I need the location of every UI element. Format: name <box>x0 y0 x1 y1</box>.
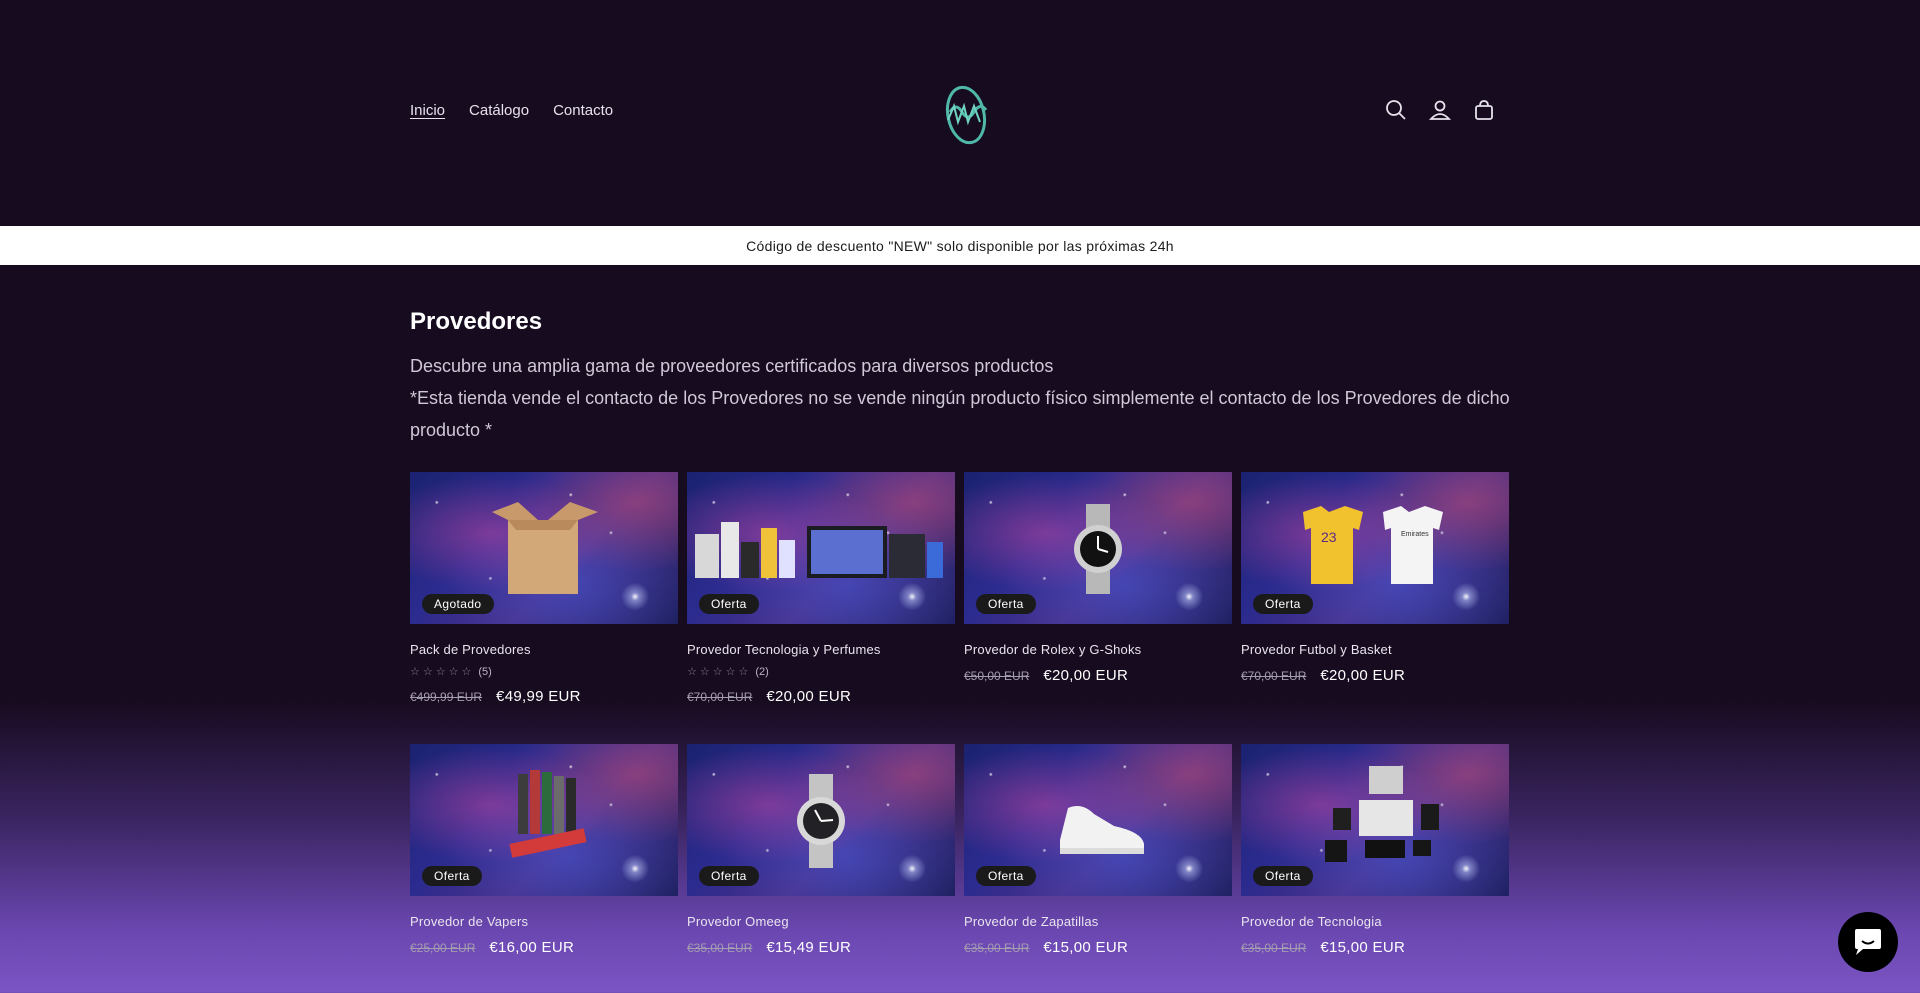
sale-price: €16,00 EUR <box>489 939 575 956</box>
product-price: €70,00 EUR €20,00 EUR <box>687 688 955 705</box>
product-title[interactable]: Provedor de Zapatillas <box>964 914 1232 929</box>
product-price: €35,00 EUR €15,00 EUR <box>1241 939 1509 956</box>
sale-badge: Oferta <box>1253 594 1313 614</box>
sale-price: €15,00 EUR <box>1043 939 1129 956</box>
product-image[interactable]: Oferta <box>410 744 678 896</box>
product-price: €50,00 EUR €20,00 EUR <box>964 667 1232 684</box>
header-actions <box>1384 98 1496 122</box>
compare-at-price: €499,99 EUR <box>410 690 483 704</box>
nav-link-contacto[interactable]: Contacto <box>553 102 613 119</box>
product-price: €35,00 EUR €15,49 EUR <box>687 939 955 956</box>
sale-price: €15,00 EUR <box>1320 939 1406 956</box>
sale-badge: Oferta <box>699 866 759 886</box>
product-card[interactable]: Oferta Provedor de Tecnologia €35,00 EUR… <box>1241 744 1509 993</box>
product-card[interactable]: Oferta Provedor de Vapers €25,00 EUR €16… <box>410 744 678 993</box>
product-rating: ☆☆☆☆☆ (5) <box>410 665 678 679</box>
product-card[interactable]: Oferta Provedor Tecnologia y Perfumes ☆☆… <box>687 472 955 744</box>
search-icon[interactable] <box>1384 98 1408 122</box>
product-title[interactable]: Pack de Provedores <box>410 642 678 657</box>
compare-at-price: €25,00 EUR <box>410 941 476 955</box>
product-card[interactable]: Agotado Pack de Provedores ☆☆☆☆☆ (5) €49… <box>410 472 678 744</box>
compare-at-price: €35,00 EUR <box>687 941 753 955</box>
product-title[interactable]: Provedor Tecnologia y Perfumes <box>687 642 955 657</box>
product-image[interactable]: Agotado <box>410 472 678 624</box>
product-image[interactable]: Oferta <box>687 744 955 896</box>
product-price: €35,00 EUR €15,00 EUR <box>964 939 1232 956</box>
compare-at-price: €70,00 EUR <box>687 690 753 704</box>
svg-text:23: 23 <box>1321 529 1337 545</box>
sale-price: €49,99 EUR <box>496 688 581 705</box>
sale-badge: Oferta <box>1253 866 1313 886</box>
product-image[interactable]: Oferta <box>964 744 1232 896</box>
compare-at-price: €50,00 EUR <box>964 669 1030 683</box>
page-title: Provedores <box>410 308 543 335</box>
product-card[interactable]: Oferta Provedor de Rolex y G-Shoks €50,0… <box>964 472 1232 744</box>
compare-at-price: €35,00 EUR <box>1241 941 1307 955</box>
sale-badge: Oferta <box>976 866 1036 886</box>
product-title[interactable]: Provedor de Tecnologia <box>1241 914 1509 929</box>
announcement-bar: Código de descuento "NEW" solo disponibl… <box>0 226 1920 265</box>
product-price: €25,00 EUR €16,00 EUR <box>410 939 678 956</box>
sold-out-badge: Agotado <box>422 594 494 614</box>
product-rating: ☆☆☆☆☆ (2) <box>687 665 955 679</box>
svg-text:Emirates: Emirates <box>1401 531 1429 538</box>
sale-badge: Oferta <box>422 866 482 886</box>
product-title[interactable]: Provedor de Vapers <box>410 914 678 929</box>
product-title[interactable]: Provedor de Rolex y G-Shoks <box>964 642 1232 657</box>
product-title[interactable]: Provedor Futbol y Basket <box>1241 642 1509 657</box>
compare-at-price: €70,00 EUR <box>1241 669 1307 683</box>
product-image[interactable]: Oferta <box>964 472 1232 624</box>
nav-link-inicio[interactable]: Inicio <box>410 102 445 119</box>
sale-price: €15,49 EUR <box>766 939 852 956</box>
product-image[interactable]: Oferta <box>687 472 955 624</box>
main-nav: Inicio Catálogo Contacto <box>410 102 613 119</box>
account-icon[interactable] <box>1428 98 1452 122</box>
cart-icon[interactable] <box>1472 98 1496 122</box>
nav-link-catalogo[interactable]: Catálogo <box>469 102 529 119</box>
product-card[interactable]: Oferta Provedor de Zapatillas €35,00 EUR… <box>964 744 1232 993</box>
rating-count: (2) <box>755 665 769 678</box>
product-image[interactable]: 23 Emirates Oferta <box>1241 472 1509 624</box>
brand-logo-graphic <box>945 85 988 145</box>
collection-description: Descubre una amplia gama de proveedores … <box>410 356 1054 376</box>
chat-bubble-icon <box>1855 929 1881 955</box>
collection-disclaimer: *Esta tienda vende el contacto de los Pr… <box>410 388 1510 440</box>
product-price: €499,99 EUR €49,99 EUR <box>410 688 678 705</box>
product-grid: Agotado Pack de Provedores ☆☆☆☆☆ (5) €49… <box>410 472 1510 993</box>
sale-price: €20,00 EUR <box>766 688 852 705</box>
rating-stars-icon: ☆☆☆☆☆ <box>410 666 475 678</box>
brand-logo[interactable] <box>936 82 996 148</box>
product-price: €70,00 EUR €20,00 EUR <box>1241 667 1509 684</box>
product-card[interactable]: 23 Emirates Oferta Provedor Futbol y Bas… <box>1241 472 1509 744</box>
product-title[interactable]: Provedor Omeeg <box>687 914 955 929</box>
announcement-text: Código de descuento "NEW" solo disponibl… <box>746 237 1174 254</box>
sale-badge: Oferta <box>699 594 759 614</box>
compare-at-price: €35,00 EUR <box>964 941 1030 955</box>
chat-button[interactable] <box>1838 912 1898 972</box>
site-header: Inicio Catálogo Contacto <box>0 0 1920 226</box>
sale-price: €20,00 EUR <box>1043 667 1129 684</box>
sale-price: €20,00 EUR <box>1320 667 1406 684</box>
sale-badge: Oferta <box>976 594 1036 614</box>
product-image[interactable]: Oferta <box>1241 744 1509 896</box>
rating-count: (5) <box>478 665 492 678</box>
collection-header: Provedores Descubre una amplia gama de p… <box>410 308 1510 446</box>
rating-stars-icon: ☆☆☆☆☆ <box>687 666 752 678</box>
product-card[interactable]: Oferta Provedor Omeeg €35,00 EUR €15,49 … <box>687 744 955 993</box>
